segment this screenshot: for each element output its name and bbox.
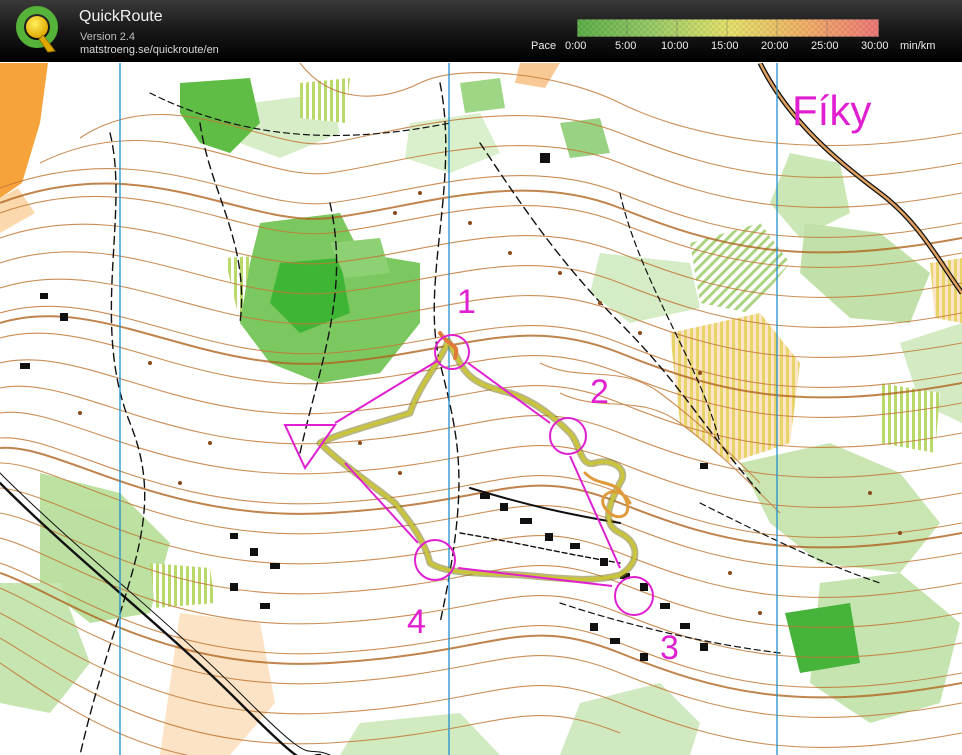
app-url[interactable]: matstroeng.se/quickroute/en [80, 44, 219, 56]
control-number-4: 4 [407, 603, 426, 641]
control-number-3: 3 [660, 629, 679, 667]
app-header: QuickRoute Version 2.4 matstroeng.se/qui… [0, 0, 962, 62]
control-number-2: 2 [590, 373, 609, 411]
pace-tick: 15:00 [711, 40, 739, 52]
pace-color-scale [577, 19, 879, 37]
pace-label: Pace [531, 40, 557, 52]
pace-tick: 0:00 [565, 40, 587, 52]
pace-unit: min/km [900, 40, 936, 52]
app-name: QuickRoute [79, 8, 163, 25]
orienteering-map[interactable]: 1 2 3 4 Fíky [0, 63, 962, 755]
pace-tick: 30:00 [861, 40, 889, 52]
map-area-name: Fíky [792, 87, 871, 134]
pace-tick: 10:00 [661, 40, 689, 52]
pace-tick: 25:00 [811, 40, 839, 52]
pace-tick: 5:00 [615, 40, 637, 52]
app-version: Version 2.4 [80, 31, 136, 43]
quickroute-logo-icon [15, 5, 61, 55]
pace-tick: 20:00 [761, 40, 789, 52]
control-number-1: 1 [457, 283, 476, 321]
